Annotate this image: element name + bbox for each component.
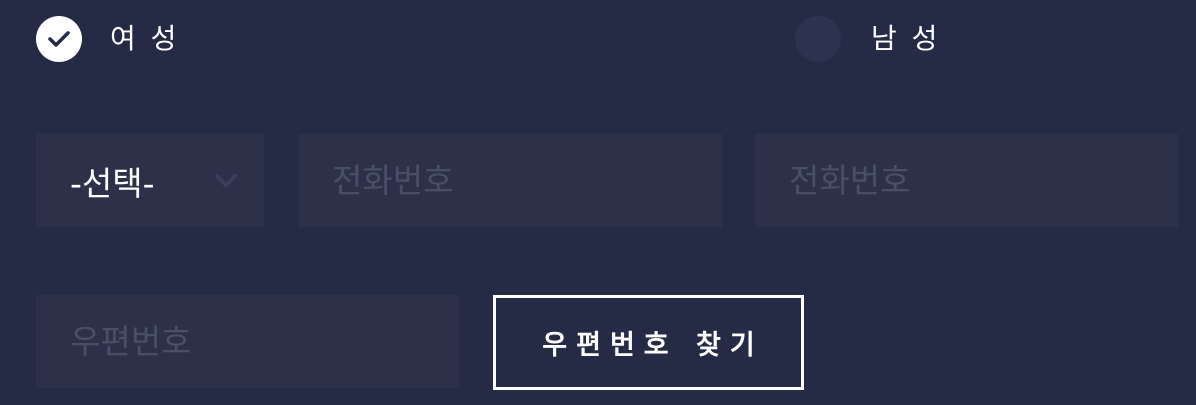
phone-prefix-select[interactable]: -선택-	[36, 134, 264, 227]
gender-radio-female[interactable]: 여 성	[36, 16, 179, 62]
check-icon	[48, 31, 70, 47]
radio-unchecked-indicator[interactable]	[795, 16, 841, 62]
phone-prefix-value: -선택-	[70, 163, 155, 203]
postal-code-field[interactable]	[36, 295, 459, 388]
phone-middle-field[interactable]	[298, 134, 722, 227]
radio-checked-indicator[interactable]	[36, 16, 82, 62]
phone-middle-input[interactable]	[298, 134, 722, 227]
chevron-down-icon	[215, 173, 237, 187]
postal-search-button[interactable]: 우편번호 찾기	[493, 295, 804, 390]
gender-male-label: 남 성	[871, 22, 941, 55]
phone-last-input[interactable]	[755, 134, 1178, 227]
postal-code-input[interactable]	[36, 295, 459, 388]
gender-radio-male[interactable]: 남 성	[795, 16, 940, 62]
phone-last-field[interactable]	[755, 134, 1178, 227]
gender-female-label: 여 성	[110, 22, 180, 55]
